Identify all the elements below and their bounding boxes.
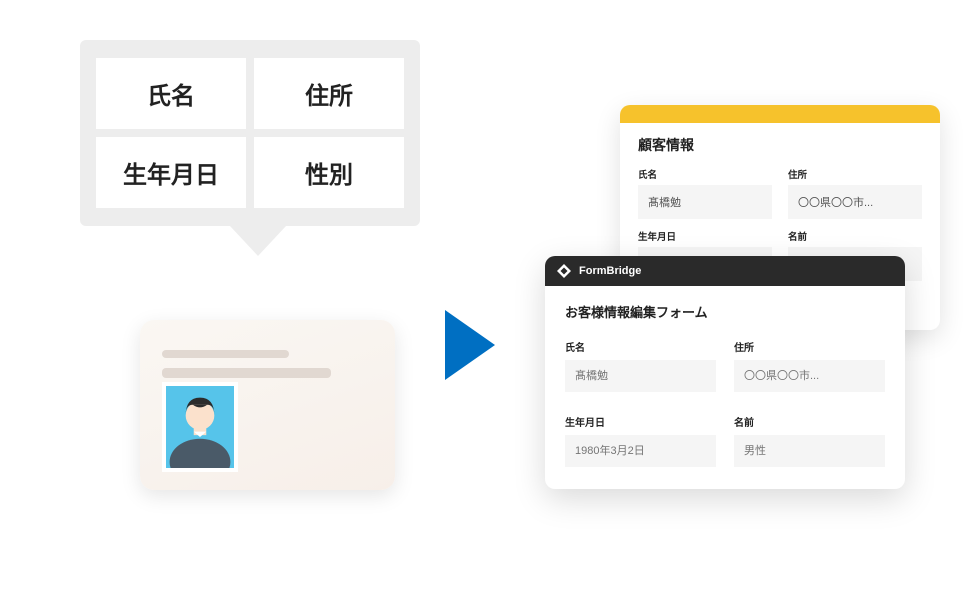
bubble-cell-gender: 性別 — [254, 137, 404, 208]
formbridge-brand: FormBridge — [579, 265, 641, 277]
formbridge-logo-icon — [557, 264, 571, 278]
arrow-icon — [445, 310, 495, 385]
formbridge-title-bar: FormBridge — [545, 256, 905, 286]
form-title: お客様情報編集フォーム — [565, 302, 885, 321]
field-labels-bubble: 氏名 住所 生年月日 性別 — [80, 40, 420, 226]
field-label: 生年月日 — [638, 229, 772, 243]
field-label: 住所 — [734, 339, 885, 354]
field-value: 〇〇県〇〇市... — [788, 185, 922, 219]
customer-info-title: 顧客情報 — [638, 135, 922, 155]
bubble-cell-address: 住所 — [254, 58, 404, 129]
id-card-line — [162, 368, 331, 378]
avatar-icon — [166, 388, 234, 468]
field-label: 生年月日 — [565, 414, 716, 429]
bubble-cell-name: 氏名 — [96, 58, 246, 129]
formbridge-panel: FormBridge お客様情報編集フォーム 氏名 住所 生年月日 名前 — [545, 256, 905, 489]
field-label: 名前 — [734, 414, 885, 429]
bubble-tail — [230, 226, 286, 256]
gender-input[interactable] — [734, 435, 885, 467]
field-label: 名前 — [788, 229, 922, 243]
field-label: 氏名 — [638, 167, 772, 181]
birthdate-input[interactable] — [565, 435, 716, 467]
address-input[interactable] — [734, 360, 885, 392]
bubble-cell-birthdate: 生年月日 — [96, 137, 246, 208]
field-label: 氏名 — [565, 339, 716, 354]
field-value: 髙橋勉 — [638, 185, 772, 219]
id-card-line — [162, 350, 289, 358]
id-card-photo — [162, 382, 238, 472]
id-card — [140, 320, 395, 490]
field-label: 住所 — [788, 167, 922, 181]
customer-info-header-bar — [620, 105, 940, 123]
name-input[interactable] — [565, 360, 716, 392]
